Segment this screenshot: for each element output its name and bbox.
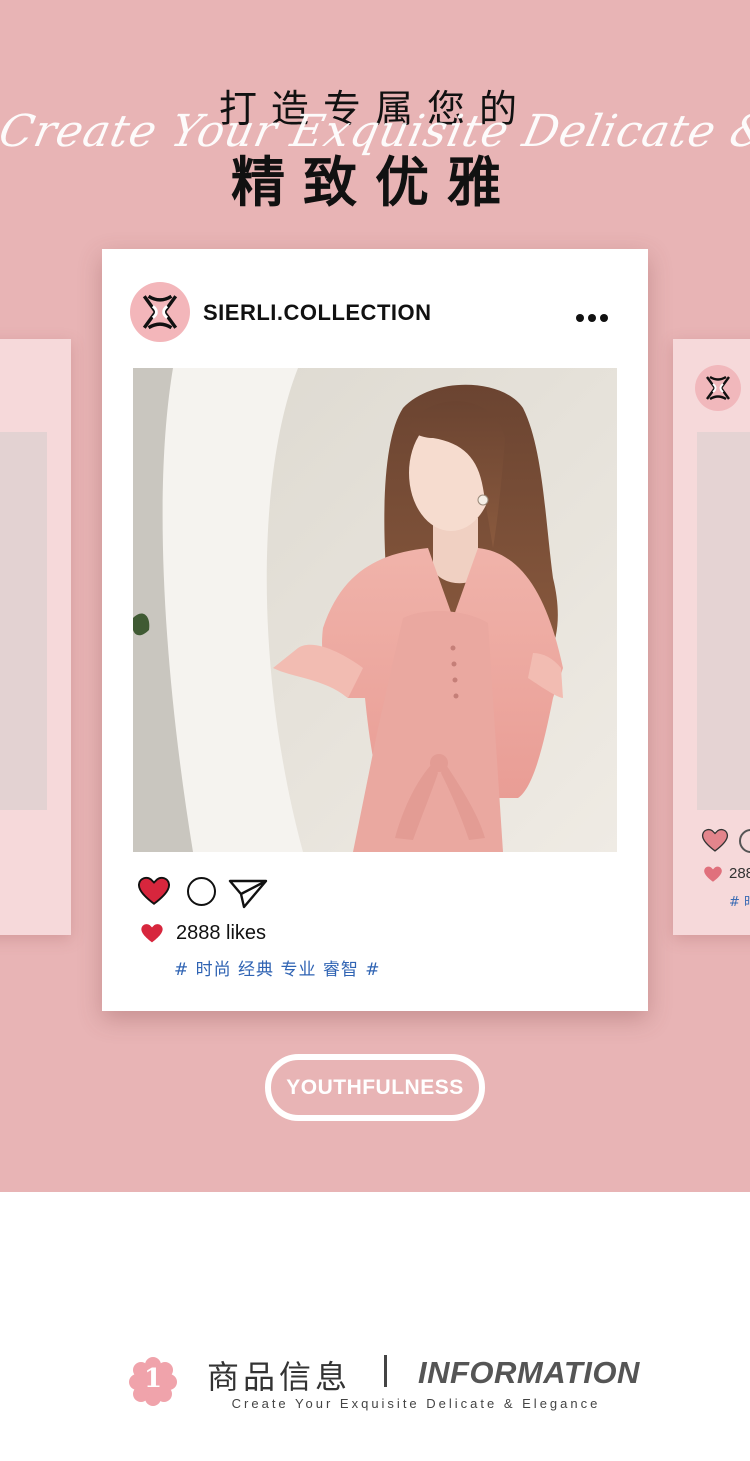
side-card-left[interactable] (0, 339, 71, 935)
badge-label: YOUTHFULNESS (286, 1075, 464, 1099)
side-likes-count: 288 (729, 865, 750, 882)
hero-section: 打造专属您的 Create Your Exquisite Delicate & … (0, 0, 750, 1192)
side-card-left-photo (0, 432, 47, 810)
brand-logo-icon (142, 294, 178, 330)
info-subtitle: Create Your Exquisite Delicate & Eleganc… (231, 1396, 601, 1411)
avatar[interactable] (130, 282, 190, 342)
side-tags: # 时 (729, 895, 750, 910)
youthfulness-badge[interactable]: YOUTHFULNESS (265, 1054, 485, 1121)
info-divider (384, 1355, 387, 1387)
section-number: 1 (143, 1364, 163, 1394)
hero-title-line2: 精致优雅 (231, 151, 519, 214)
post-tags[interactable]: # 时尚 经典 专业 睿智 # (174, 955, 381, 980)
heart-outline-icon[interactable] (701, 827, 729, 853)
likes-count: 2888 likes (176, 922, 267, 944)
post-card: SIERLI.COLLECTION 2888 likes # 时尚 经典 专业 … (102, 249, 648, 1011)
like-heart-icon (141, 924, 163, 943)
side-card-right[interactable]: 288 # 时 (673, 339, 750, 935)
brand-logo-icon (695, 365, 741, 411)
heart-icon[interactable] (137, 875, 171, 906)
post-username[interactable]: SIERLI.COLLECTION (203, 300, 432, 326)
like-heart-icon (704, 866, 722, 882)
more-dots-icon[interactable] (576, 307, 616, 322)
side-card-right-photo (697, 432, 750, 810)
post-photo (133, 368, 617, 852)
comment-icon[interactable] (739, 829, 750, 853)
send-icon[interactable] (228, 877, 268, 909)
info-title-en: INFORMATION (418, 1355, 640, 1390)
info-title-cn: 商品信息 (207, 1358, 352, 1396)
comment-icon[interactable] (187, 877, 216, 906)
